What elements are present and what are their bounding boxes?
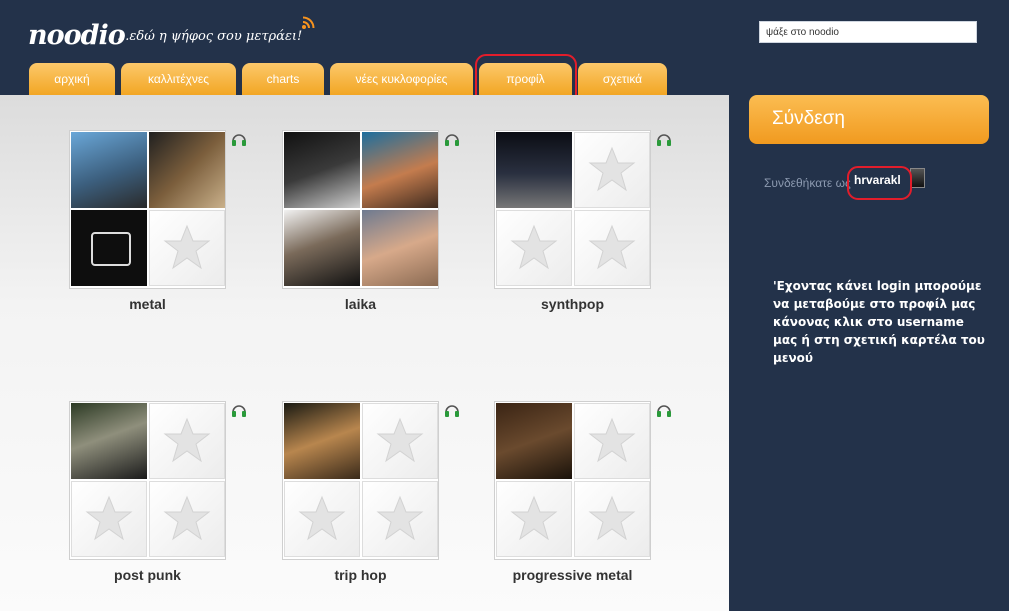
empty-artwork-slot: [71, 481, 147, 557]
genre-name[interactable]: progressive metal: [494, 567, 651, 583]
tab-home[interactable]: αρχική: [29, 63, 115, 95]
empty-artwork-slot: [574, 481, 650, 557]
genre-name[interactable]: synthpop: [494, 296, 651, 312]
genre-synthpop-artwork-grid[interactable]: [494, 130, 651, 289]
noodio-logo[interactable]: noodio: [28, 20, 126, 51]
artist-photo[interactable]: [362, 210, 438, 286]
headphones-icon[interactable]: [655, 401, 673, 419]
star-placeholder-icon: [376, 495, 424, 541]
artist-photo[interactable]: [71, 210, 147, 286]
tab-charts[interactable]: charts: [242, 63, 324, 95]
star-placeholder-icon: [163, 495, 211, 541]
empty-artwork-slot: [496, 481, 572, 557]
genre-post-punk-artwork-grid[interactable]: [69, 401, 226, 560]
tab-artists[interactable]: καλλιτέχνες: [121, 63, 236, 95]
empty-artwork-slot: [362, 481, 438, 557]
artist-photo[interactable]: [362, 132, 438, 208]
tab-new-releases[interactable]: νέες κυκλοφορίες: [330, 63, 473, 95]
empty-artwork-slot: [149, 210, 225, 286]
genre-name[interactable]: laika: [282, 296, 439, 312]
star-placeholder-icon: [298, 495, 346, 541]
headphones-icon[interactable]: [230, 130, 248, 148]
genre-laika-artwork-grid[interactable]: [282, 130, 439, 289]
star-placeholder-icon: [510, 495, 558, 541]
artist-photo[interactable]: [71, 403, 147, 479]
instruction-note: 'Εχοντας κάνει login μπορούμε να μεταβού…: [773, 279, 985, 365]
empty-artwork-slot: [149, 481, 225, 557]
empty-artwork-slot: [149, 403, 225, 479]
star-placeholder-icon: [85, 495, 133, 541]
artist-photo[interactable]: [284, 132, 360, 208]
genre-trip-hop-artwork-grid[interactable]: [282, 401, 439, 560]
artist-photo[interactable]: [284, 210, 360, 286]
genre-metal-artwork-grid[interactable]: [69, 130, 226, 289]
star-placeholder-icon: [588, 146, 636, 192]
star-placeholder-icon: [163, 224, 211, 270]
headphones-icon[interactable]: [443, 130, 461, 148]
username-highlight: [847, 166, 912, 200]
rss-icon[interactable]: [302, 16, 315, 29]
artist-photo[interactable]: [284, 403, 360, 479]
headphones-icon[interactable]: [655, 130, 673, 148]
artist-photo[interactable]: [496, 403, 572, 479]
empty-artwork-slot: [496, 210, 572, 286]
star-placeholder-icon: [163, 417, 211, 463]
genre-progressive-metal-artwork-grid[interactable]: [494, 401, 651, 560]
empty-artwork-slot: [574, 132, 650, 208]
empty-artwork-slot: [362, 403, 438, 479]
star-placeholder-icon: [376, 417, 424, 463]
star-placeholder-icon: [588, 417, 636, 463]
empty-artwork-slot: [574, 403, 650, 479]
artist-photo[interactable]: [71, 132, 147, 208]
star-placeholder-icon: [510, 224, 558, 270]
empty-artwork-slot: [574, 210, 650, 286]
empty-artwork-slot: [284, 481, 360, 557]
artist-photo[interactable]: [149, 132, 225, 208]
headphones-icon[interactable]: [443, 401, 461, 419]
tagline: ...εδώ η ψήφος σου μετράει!: [117, 29, 303, 44]
genre-name[interactable]: post punk: [69, 567, 226, 583]
logged-in-label: Συνδεθήκατε ως: [764, 176, 851, 190]
star-placeholder-icon: [588, 224, 636, 270]
artist-photo[interactable]: [496, 132, 572, 208]
tab-about[interactable]: σχετικά: [578, 63, 667, 95]
genre-name[interactable]: trip hop: [282, 567, 439, 583]
genre-name[interactable]: metal: [69, 296, 226, 312]
login-button[interactable]: Σύνδεση: [749, 95, 989, 144]
search-input[interactable]: [759, 21, 977, 43]
avatar[interactable]: [910, 168, 925, 188]
star-placeholder-icon: [588, 495, 636, 541]
headphones-icon[interactable]: [230, 401, 248, 419]
